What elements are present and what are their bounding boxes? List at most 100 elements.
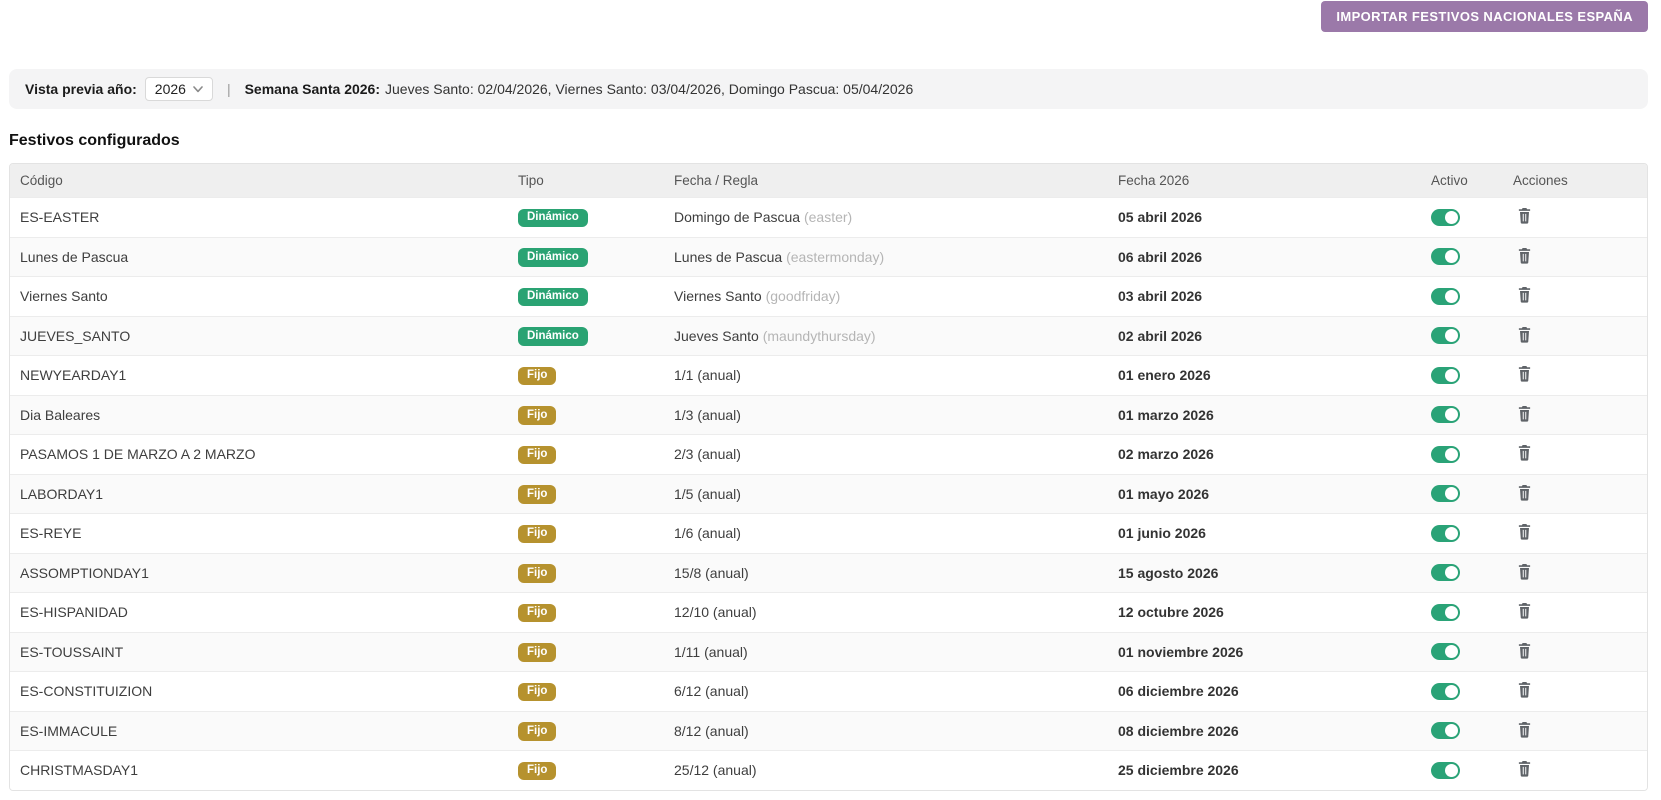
active-toggle[interactable] <box>1431 603 1460 621</box>
rule-text: 1/5 (anual) <box>674 485 741 502</box>
toggle-knob <box>1445 368 1458 382</box>
date-2026: 01 enero 2026 <box>1118 367 1211 384</box>
holidays-table: Código Tipo Fecha / Regla Fecha 2026 Act… <box>9 163 1648 791</box>
year-select[interactable]: 2026 <box>144 77 213 101</box>
holiday-code: CHRISTMASDAY1 <box>20 762 138 779</box>
toggle-knob <box>1445 250 1458 264</box>
holiday-code: ES-TOUSSAINT <box>20 643 124 660</box>
delete-button[interactable] <box>1513 484 1532 501</box>
preview-bar: Vista previa año: 2026 | Semana Santa 20… <box>9 69 1648 109</box>
header-fecha-2026: Fecha 2026 <box>1118 173 1190 188</box>
rule-text: 1/1 (anual) <box>674 367 741 384</box>
delete-button[interactable] <box>1513 247 1532 264</box>
holiday-code: Dia Baleares <box>20 406 101 423</box>
rule-text: 8/12 (anual) <box>674 722 749 739</box>
active-toggle[interactable] <box>1431 564 1460 582</box>
date-2026: 03 abril 2026 <box>1118 288 1203 305</box>
rule-text: 2/3 (anual) <box>674 446 741 463</box>
toggle-knob <box>1445 645 1458 659</box>
holidays-config-page: IMPORTAR FESTIVOS NACIONALES ESPAÑA Vist… <box>0 0 1661 800</box>
type-badge: Fijo <box>518 445 557 465</box>
table-row: Dia Baleares Fijo 1/3 (anual) 01 marzo 2… <box>10 394 1647 434</box>
date-2026: 06 diciembre 2026 <box>1118 683 1239 700</box>
semana-santa-dates: Jueves Santo: 02/04/2026, Viernes Santo:… <box>385 81 914 97</box>
delete-button[interactable] <box>1513 681 1532 698</box>
table-row: Viernes Santo Dinámico Viernes Santo (go… <box>10 276 1647 316</box>
type-badge: Fijo <box>518 406 557 425</box>
active-toggle[interactable] <box>1431 722 1460 740</box>
holiday-code: NEWYEARDAY1 <box>20 367 127 384</box>
delete-button[interactable] <box>1513 563 1532 580</box>
rule-text: Domingo de Pascua <box>674 209 801 226</box>
rule-text: 25/12 (anual) <box>674 762 757 779</box>
toggle-knob <box>1445 684 1458 698</box>
date-2026: 02 marzo 2026 <box>1118 446 1214 463</box>
date-2026: 15 agosto 2026 <box>1118 564 1219 581</box>
active-toggle[interactable] <box>1431 287 1460 305</box>
trash-icon <box>1518 603 1531 619</box>
table-row: ASSOMPTIONDAY1 Fijo 15/8 (anual) 15 agos… <box>10 552 1647 592</box>
trash-icon <box>1518 484 1531 501</box>
table-row: ES-IMMACULE Fijo 8/12 (anual) 08 diciemb… <box>10 710 1647 750</box>
type-badge: Fijo <box>518 603 557 623</box>
delete-button[interactable] <box>1513 207 1532 224</box>
delete-button[interactable] <box>1513 642 1532 659</box>
active-toggle[interactable] <box>1431 445 1460 463</box>
type-badge: Dinámico <box>518 208 588 228</box>
delete-button[interactable] <box>1513 405 1532 422</box>
topbar: IMPORTAR FESTIVOS NACIONALES ESPAÑA <box>9 0 1648 32</box>
date-2026: 25 diciembre 2026 <box>1118 762 1239 779</box>
type-badge: Fijo <box>518 524 557 544</box>
date-2026: 08 diciembre 2026 <box>1118 722 1239 739</box>
holiday-code: Lunes de Pascua <box>20 248 129 265</box>
delete-button[interactable] <box>1513 602 1532 619</box>
delete-button[interactable] <box>1513 286 1532 303</box>
trash-icon <box>1518 524 1531 540</box>
trash-icon <box>1518 287 1531 303</box>
delete-button[interactable] <box>1513 444 1532 461</box>
date-2026: 01 junio 2026 <box>1118 525 1206 542</box>
table-header-row: Código Tipo Fecha / Regla Fecha 2026 Act… <box>10 164 1647 197</box>
holiday-code: ES-IMMACULE <box>20 722 118 739</box>
semana-santa-label: Semana Santa 2026: <box>244 81 380 97</box>
header-fecha-regla: Fecha / Regla <box>674 173 759 188</box>
header-activo: Activo <box>1431 173 1468 188</box>
date-2026: 12 octubre 2026 <box>1118 604 1224 621</box>
date-2026: 02 abril 2026 <box>1118 327 1203 344</box>
active-toggle[interactable] <box>1431 761 1460 779</box>
import-national-holidays-button[interactable]: IMPORTAR FESTIVOS NACIONALES ESPAÑA <box>1321 1 1648 32</box>
table-row: ES-CONSTITUIZION Fijo 6/12 (anual) 06 di… <box>10 671 1647 711</box>
holiday-code: LABORDAY1 <box>20 485 103 502</box>
active-toggle[interactable] <box>1431 643 1460 661</box>
trash-icon <box>1518 721 1531 738</box>
toggle-knob <box>1445 447 1458 461</box>
delete-button[interactable] <box>1513 523 1532 540</box>
holiday-code: Viernes Santo <box>20 288 108 305</box>
delete-button[interactable] <box>1513 721 1532 738</box>
delete-button[interactable] <box>1513 760 1532 777</box>
active-toggle[interactable] <box>1431 327 1460 345</box>
trash-icon <box>1518 563 1531 580</box>
active-toggle[interactable] <box>1431 406 1460 424</box>
table-body: ES-EASTER Dinámico Domingo de Pascua (ea… <box>10 197 1647 790</box>
table-row: CHRISTMASDAY1 Fijo 25/12 (anual) 25 dici… <box>10 750 1647 790</box>
holiday-code: JUEVES_SANTO <box>20 327 131 344</box>
chevron-down-icon <box>193 85 203 93</box>
rule-text: Lunes de Pascua <box>674 248 783 265</box>
active-toggle[interactable] <box>1431 366 1460 384</box>
table-row: PASAMOS 1 DE MARZO A 2 MARZO Fijo 2/3 (a… <box>10 434 1647 474</box>
type-badge: Fijo <box>518 722 557 741</box>
active-toggle[interactable] <box>1431 208 1460 226</box>
header-acciones: Acciones <box>1513 173 1568 188</box>
table-row: ES-TOUSSAINT Fijo 1/11 (anual) 01 noviem… <box>10 631 1647 671</box>
active-toggle[interactable] <box>1431 485 1460 503</box>
active-toggle[interactable] <box>1431 524 1460 542</box>
delete-button[interactable] <box>1513 326 1532 343</box>
rule-hint: (goodfriday) <box>765 288 841 305</box>
toggle-knob <box>1445 724 1458 738</box>
delete-button[interactable] <box>1513 365 1532 382</box>
active-toggle[interactable] <box>1431 248 1460 266</box>
rule-text: 1/11 (anual) <box>674 643 748 660</box>
date-2026: 06 abril 2026 <box>1118 248 1203 265</box>
active-toggle[interactable] <box>1431 682 1460 700</box>
